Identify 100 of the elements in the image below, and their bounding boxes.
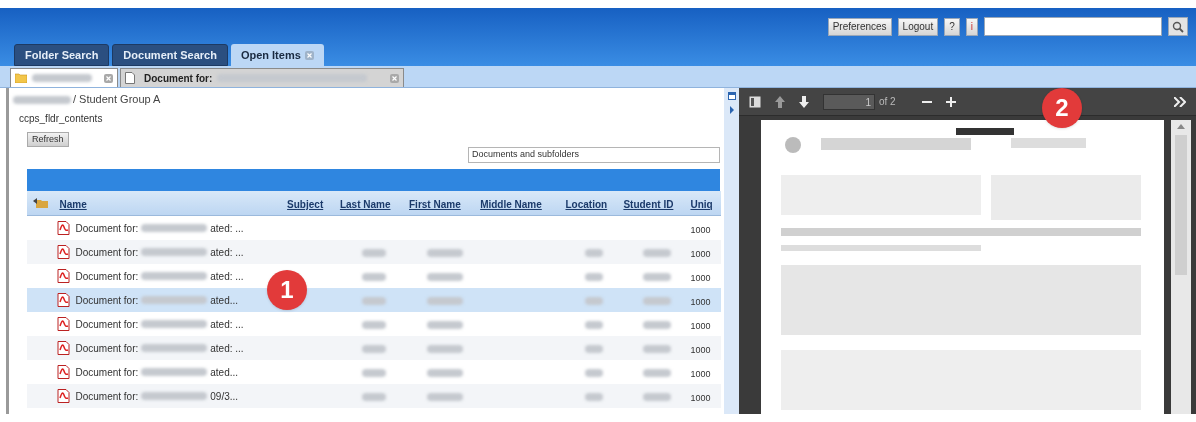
column-header[interactable]: Location — [565, 199, 608, 210]
search-button[interactable] — [1168, 17, 1188, 36]
help-button[interactable]: ? — [944, 17, 960, 36]
expand-arrow-icon[interactable] — [728, 106, 735, 114]
blurred-text — [13, 95, 71, 104]
refresh-button[interactable]: Refresh — [27, 132, 69, 147]
table-row[interactable]: Document for: 09/3... 1000 — [27, 384, 721, 408]
search-icon — [1172, 20, 1184, 33]
blurred-text — [426, 297, 463, 305]
blurred-text — [585, 249, 604, 257]
info-button[interactable]: i — [965, 17, 978, 36]
table-row[interactable]: Document for: ated: ... 1000 — [27, 312, 721, 336]
pdf-icon — [57, 293, 71, 307]
tab[interactable]: Folder Search — [14, 44, 110, 66]
column-header[interactable]: First Name — [409, 199, 461, 210]
pdf-icon — [57, 341, 71, 355]
table-row[interactable]: Document for: ated... 1000 — [27, 360, 721, 384]
double-chevron-icon[interactable] — [1174, 96, 1186, 107]
pdf-icon — [57, 389, 71, 403]
document-date: ated: ... — [210, 341, 244, 356]
blurred-text — [141, 224, 208, 232]
pdf-icon — [57, 221, 71, 235]
blurred-text — [642, 393, 671, 401]
tab[interactable]: Document Search — [112, 44, 228, 66]
logout-button[interactable]: Logout — [897, 17, 939, 36]
page-count: of 2 — [879, 95, 896, 109]
blurred-text — [585, 369, 604, 377]
blurred-text — [141, 248, 208, 256]
blurred-text — [426, 345, 463, 353]
blurred-text — [426, 273, 463, 281]
document-tab[interactable]: Document for: — [120, 68, 404, 87]
table-row[interactable]: Document for: ated: ... 1000 — [27, 215, 721, 240]
blurred-text — [585, 345, 604, 353]
scrollbar[interactable] — [1171, 120, 1191, 414]
preferences-button[interactable]: Preferences — [827, 17, 892, 36]
table-cell: 1000 — [690, 297, 711, 307]
sidebar-toggle-icon[interactable] — [749, 95, 761, 108]
blurred-text — [585, 273, 604, 281]
filter-dropdown[interactable]: Documents and subfolders — [468, 147, 720, 163]
tab[interactable]: Open Items — [230, 44, 324, 66]
document-date: ated... — [210, 293, 239, 308]
table-cell: 1000 — [690, 225, 711, 235]
blurred-text — [642, 345, 671, 353]
document-name: Document for: — [75, 245, 139, 260]
table-cell: 1000 — [690, 321, 711, 331]
column-header[interactable]: Last Name — [339, 199, 391, 210]
blurred-text — [141, 296, 208, 304]
blurred-text — [141, 320, 208, 328]
blurred-text — [362, 345, 387, 353]
document-name: Document for: — [75, 317, 139, 332]
table-cell: 1000 — [690, 345, 711, 355]
document-name: Document for: — [75, 293, 139, 308]
blurred-text — [362, 273, 387, 281]
blurred-text — [642, 369, 671, 377]
blurred-text — [141, 392, 208, 400]
blurred-text — [585, 297, 604, 305]
document-date: ated: ... — [210, 317, 244, 332]
folder-up-icon[interactable] — [33, 198, 49, 208]
table-cell: 1000 — [690, 369, 711, 379]
document-name: Document for: — [75, 389, 139, 404]
pdf-icon — [57, 365, 71, 379]
scroll-up-icon[interactable] — [1177, 124, 1185, 129]
column-header[interactable]: Subject — [287, 199, 324, 210]
zoom-in-icon[interactable] — [945, 96, 956, 107]
table-cell: 1000 — [690, 393, 711, 403]
blurred-text — [362, 369, 387, 377]
document-tab-label: Document for: — [144, 71, 213, 86]
document-name: Document for: — [75, 341, 139, 356]
document-name: Document for: — [75, 221, 139, 236]
pdf-icon — [57, 269, 71, 283]
document-tab[interactable] — [10, 68, 118, 87]
document-date: 09/3... — [210, 389, 239, 404]
blurred-text — [585, 393, 604, 401]
page-number-field[interactable]: 1 — [823, 93, 875, 110]
column-header[interactable]: Student ID — [623, 199, 674, 210]
column-header[interactable]: Middle Name — [480, 199, 542, 210]
blurred-text — [426, 369, 463, 377]
pdf-icon — [57, 317, 71, 331]
table-cell: 1000 — [690, 273, 711, 283]
search-field[interactable] — [984, 17, 1162, 36]
blurred-text — [141, 368, 208, 376]
collapse-icon[interactable] — [727, 92, 736, 100]
blurred-text — [642, 297, 671, 305]
blurred-text — [426, 393, 463, 401]
blurred-text — [32, 74, 92, 82]
blurred-text — [642, 321, 671, 329]
column-header[interactable]: Uniq — [690, 199, 713, 210]
breadcrumb: / Student Group A — [73, 92, 161, 108]
blurred-text — [362, 249, 387, 257]
blurred-text — [642, 249, 671, 257]
column-header[interactable]: Name — [59, 199, 87, 210]
blurred-text — [141, 272, 208, 280]
blurred-text — [141, 344, 208, 352]
arrow-down-icon[interactable] — [799, 95, 809, 108]
blurred-text — [642, 273, 671, 281]
table-cell: 1000 — [690, 249, 711, 259]
zoom-out-icon[interactable] — [921, 100, 932, 103]
table-row[interactable]: Document for: ated: ... 1000 — [27, 336, 721, 360]
arrow-up-icon[interactable] — [775, 95, 785, 108]
blurred-text — [362, 297, 387, 305]
